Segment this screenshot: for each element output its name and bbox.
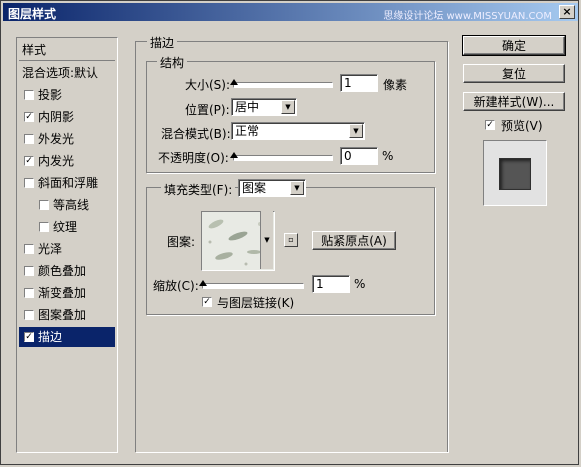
style-item-label: 光泽 xyxy=(38,242,63,256)
close-button[interactable]: × xyxy=(559,5,575,19)
style-checkbox[interactable]: ✓ xyxy=(24,332,34,342)
size-unit: 像素 xyxy=(383,78,408,92)
pattern-dropdown-arrow-icon[interactable]: ▼ xyxy=(260,211,273,269)
fill-type-label: 填充类型(F): xyxy=(161,181,236,198)
snap-to-origin-button[interactable]: 贴紧原点(A) xyxy=(312,231,396,250)
style-item[interactable]: 等高线 xyxy=(19,195,115,215)
style-item[interactable]: ✓ 内阴影 xyxy=(19,107,115,127)
style-item[interactable]: ✓ 内发光 xyxy=(19,151,115,171)
size-label: 大小(S): xyxy=(185,78,231,92)
scale-label: 缩放(C): xyxy=(153,279,199,293)
opacity-unit: % xyxy=(382,149,394,163)
preview-swatch xyxy=(499,158,531,190)
styles-list: 样式 混合选项:默认 投影 ✓ 内阴影外发光 ✓ 内发光斜面和浮雕等高线纹理光泽颜色叠加… xyxy=(16,37,118,453)
chevron-down-icon[interactable]: ▼ xyxy=(349,124,363,138)
style-item[interactable]: 渐变叠加 xyxy=(19,283,115,303)
preview-label: 预览(V) xyxy=(501,119,543,133)
style-item-label: 渐变叠加 xyxy=(38,286,87,300)
style-item-label: 纹理 xyxy=(53,220,78,234)
style-checkbox[interactable] xyxy=(24,244,34,254)
style-item[interactable]: ✓ 描边 xyxy=(19,327,115,347)
style-checkbox[interactable]: ✓ xyxy=(24,156,34,166)
size-slider-thumb[interactable] xyxy=(230,79,238,85)
style-checkbox[interactable] xyxy=(24,266,34,276)
scale-slider[interactable] xyxy=(202,283,304,289)
style-item-label: 图案叠加 xyxy=(38,308,87,322)
style-item-label: 内发光 xyxy=(38,154,75,168)
style-item[interactable]: 颜色叠加 xyxy=(19,261,115,281)
preview-checkbox[interactable]: ✓ xyxy=(485,120,495,130)
opacity-input[interactable]: 0 xyxy=(340,147,378,165)
blend-mode-label: 混合模式(B): xyxy=(161,127,231,141)
chevron-down-icon[interactable]: ▼ xyxy=(281,100,295,114)
style-item[interactable]: 光泽 xyxy=(19,239,115,259)
stroke-section-title: 描边 xyxy=(147,34,178,51)
style-checkbox[interactable] xyxy=(24,134,34,144)
fill-type-select[interactable]: 图案 ▼ xyxy=(238,179,306,197)
style-item[interactable]: 纹理 xyxy=(19,217,115,237)
blend-options-item[interactable]: 混合选项:默认 xyxy=(19,63,115,83)
style-checkbox[interactable] xyxy=(24,288,34,298)
link-with-layer-checkbox[interactable]: ✓ xyxy=(202,297,212,307)
style-item-label: 投影 xyxy=(38,88,63,102)
size-slider[interactable] xyxy=(233,82,333,88)
opacity-label: 不透明度(O): xyxy=(158,151,229,165)
position-select[interactable]: 居中 ▼ xyxy=(231,98,297,116)
chevron-down-icon[interactable]: ▼ xyxy=(290,181,304,195)
scale-slider-thumb[interactable] xyxy=(199,280,207,286)
position-label: 位置(P): xyxy=(185,103,230,117)
scale-unit: % xyxy=(354,277,366,291)
style-item-label: 外发光 xyxy=(38,132,75,146)
style-checkbox[interactable] xyxy=(39,200,49,210)
style-item-label: 斜面和浮雕 xyxy=(38,176,99,190)
style-item-label: 等高线 xyxy=(53,198,90,212)
layer-style-dialog: 图层样式 思缘设计论坛 www.MISSYUAN.COM × 样式 混合选项:默… xyxy=(0,0,579,465)
style-item[interactable]: 外发光 xyxy=(19,129,115,149)
reset-button[interactable]: 复位 xyxy=(463,64,565,83)
style-item[interactable]: 斜面和浮雕 xyxy=(19,173,115,193)
style-checkbox[interactable] xyxy=(24,310,34,320)
pattern-label: 图案: xyxy=(167,235,196,249)
ok-button[interactable]: 确定 xyxy=(462,35,566,56)
opacity-slider[interactable] xyxy=(233,155,333,161)
blend-mode-select[interactable]: 正常 ▼ xyxy=(231,122,365,140)
style-preview xyxy=(483,140,547,206)
style-item-label: 描边 xyxy=(38,330,63,344)
style-checkbox[interactable] xyxy=(39,222,49,232)
styles-header: 样式 xyxy=(19,40,115,61)
structure-title: 结构 xyxy=(157,54,188,71)
link-with-layer-label: 与图层链接(K) xyxy=(217,296,295,310)
watermark: 思缘设计论坛 www.MISSYUAN.COM xyxy=(383,11,552,22)
style-item[interactable]: 图案叠加 xyxy=(19,305,115,325)
window-title: 图层样式 xyxy=(8,7,57,21)
style-item[interactable]: 投影 xyxy=(19,85,115,105)
title-bar[interactable]: 图层样式 思缘设计论坛 www.MISSYUAN.COM × xyxy=(3,3,578,22)
style-item-label: 颜色叠加 xyxy=(38,264,87,278)
new-style-button[interactable]: 新建样式(W)... xyxy=(463,92,565,111)
style-checkbox[interactable] xyxy=(24,90,34,100)
style-checkbox[interactable]: ✓ xyxy=(24,112,34,122)
new-preset-icon[interactable]: ▫ xyxy=(284,233,298,247)
opacity-slider-thumb[interactable] xyxy=(230,152,238,158)
scale-input[interactable]: 1 xyxy=(312,275,350,293)
style-item-label: 内阴影 xyxy=(38,110,75,124)
style-checkbox[interactable] xyxy=(24,178,34,188)
size-input[interactable]: 1 xyxy=(340,74,378,92)
